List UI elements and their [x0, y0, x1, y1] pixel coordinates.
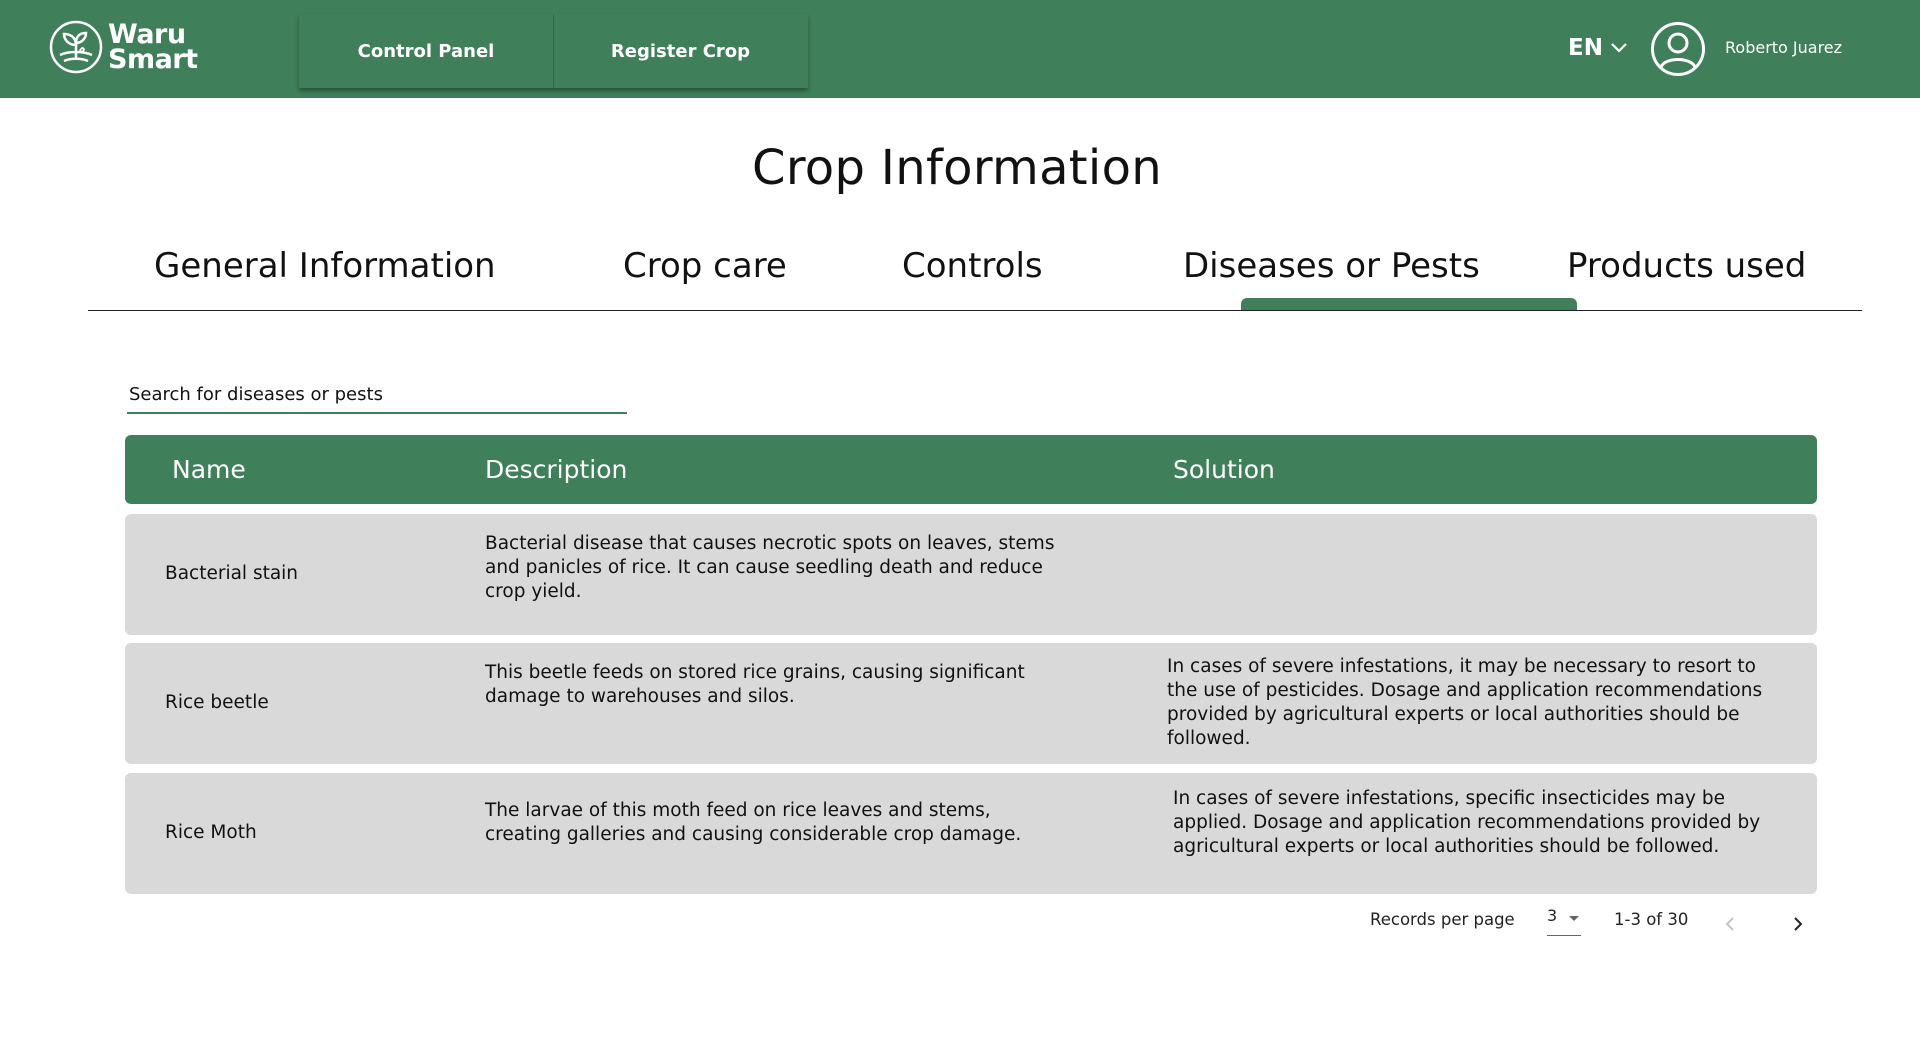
tab-products-used[interactable]: Products used: [1567, 246, 1806, 286]
cell-name: Bacterial stain: [165, 563, 299, 584]
user-name[interactable]: Roberto Juarez: [1725, 38, 1842, 57]
previous-page-icon[interactable]: [1719, 912, 1743, 936]
logo-text: Waru Smart: [108, 21, 198, 75]
tab-diseases-or-pests[interactable]: Diseases or Pests: [1183, 246, 1480, 286]
records-per-page-select[interactable]: 3: [1547, 906, 1581, 936]
cell-description: The larvae of this moth feed on rice lea…: [485, 800, 1022, 845]
chevron-down-icon: [1611, 43, 1627, 53]
table-row[interactable]: Rice beetle This beetle feeds on stored …: [125, 643, 1817, 764]
next-page-icon[interactable]: [1785, 912, 1809, 936]
dropdown-caret-icon: [1569, 916, 1579, 921]
tab-controls[interactable]: Controls: [902, 246, 1043, 286]
cell-name: Rice Moth: [165, 822, 257, 843]
waru-smart-logo[interactable]: Waru Smart: [48, 16, 208, 78]
logo-text-line2: Smart: [108, 44, 198, 75]
language-code: EN: [1568, 35, 1603, 61]
cell-solution: In cases of severe infestations, specifi…: [1173, 788, 1761, 857]
nav-register-crop[interactable]: Register Crop: [553, 14, 807, 88]
tab-crop-care[interactable]: Crop care: [623, 246, 787, 286]
cell-description: This beetle feeds on stored rice grains,…: [485, 662, 1025, 707]
top-header: Waru Smart Control Panel Register Crop E…: [0, 0, 1920, 98]
cell-solution: In cases of severe infestations, it may …: [1167, 656, 1763, 749]
page-range: 1-3 of 30: [1614, 910, 1689, 929]
column-header-description: Description: [485, 455, 628, 484]
main-nav: Control Panel Register Crop: [299, 14, 808, 88]
column-header-name: Name: [172, 455, 246, 484]
table-row[interactable]: Bacterial stain Bacterial disease that c…: [125, 514, 1817, 635]
crop-info-tabs: General Information Crop care Controls D…: [88, 236, 1862, 311]
records-per-page-value: 3: [1547, 906, 1558, 925]
search-input[interactable]: [127, 376, 627, 414]
nav-control-panel[interactable]: Control Panel: [299, 14, 553, 88]
tab-general-information[interactable]: General Information: [154, 246, 496, 286]
records-per-page-label: Records per page: [1370, 910, 1515, 929]
column-header-solution: Solution: [1173, 455, 1275, 484]
table-row[interactable]: Rice Moth The larvae of this moth feed o…: [125, 773, 1817, 894]
user-avatar-icon[interactable]: [1650, 21, 1706, 77]
cell-name: Rice beetle: [165, 692, 269, 713]
active-tab-indicator: [1241, 298, 1577, 310]
language-selector[interactable]: EN: [1568, 30, 1628, 66]
table-header: Name Description Solution: [125, 435, 1817, 504]
cell-description: Bacterial disease that causes necrotic s…: [485, 533, 1055, 602]
page-title: Crop Information: [752, 140, 1162, 196]
sprout-logo-icon: [49, 20, 103, 74]
